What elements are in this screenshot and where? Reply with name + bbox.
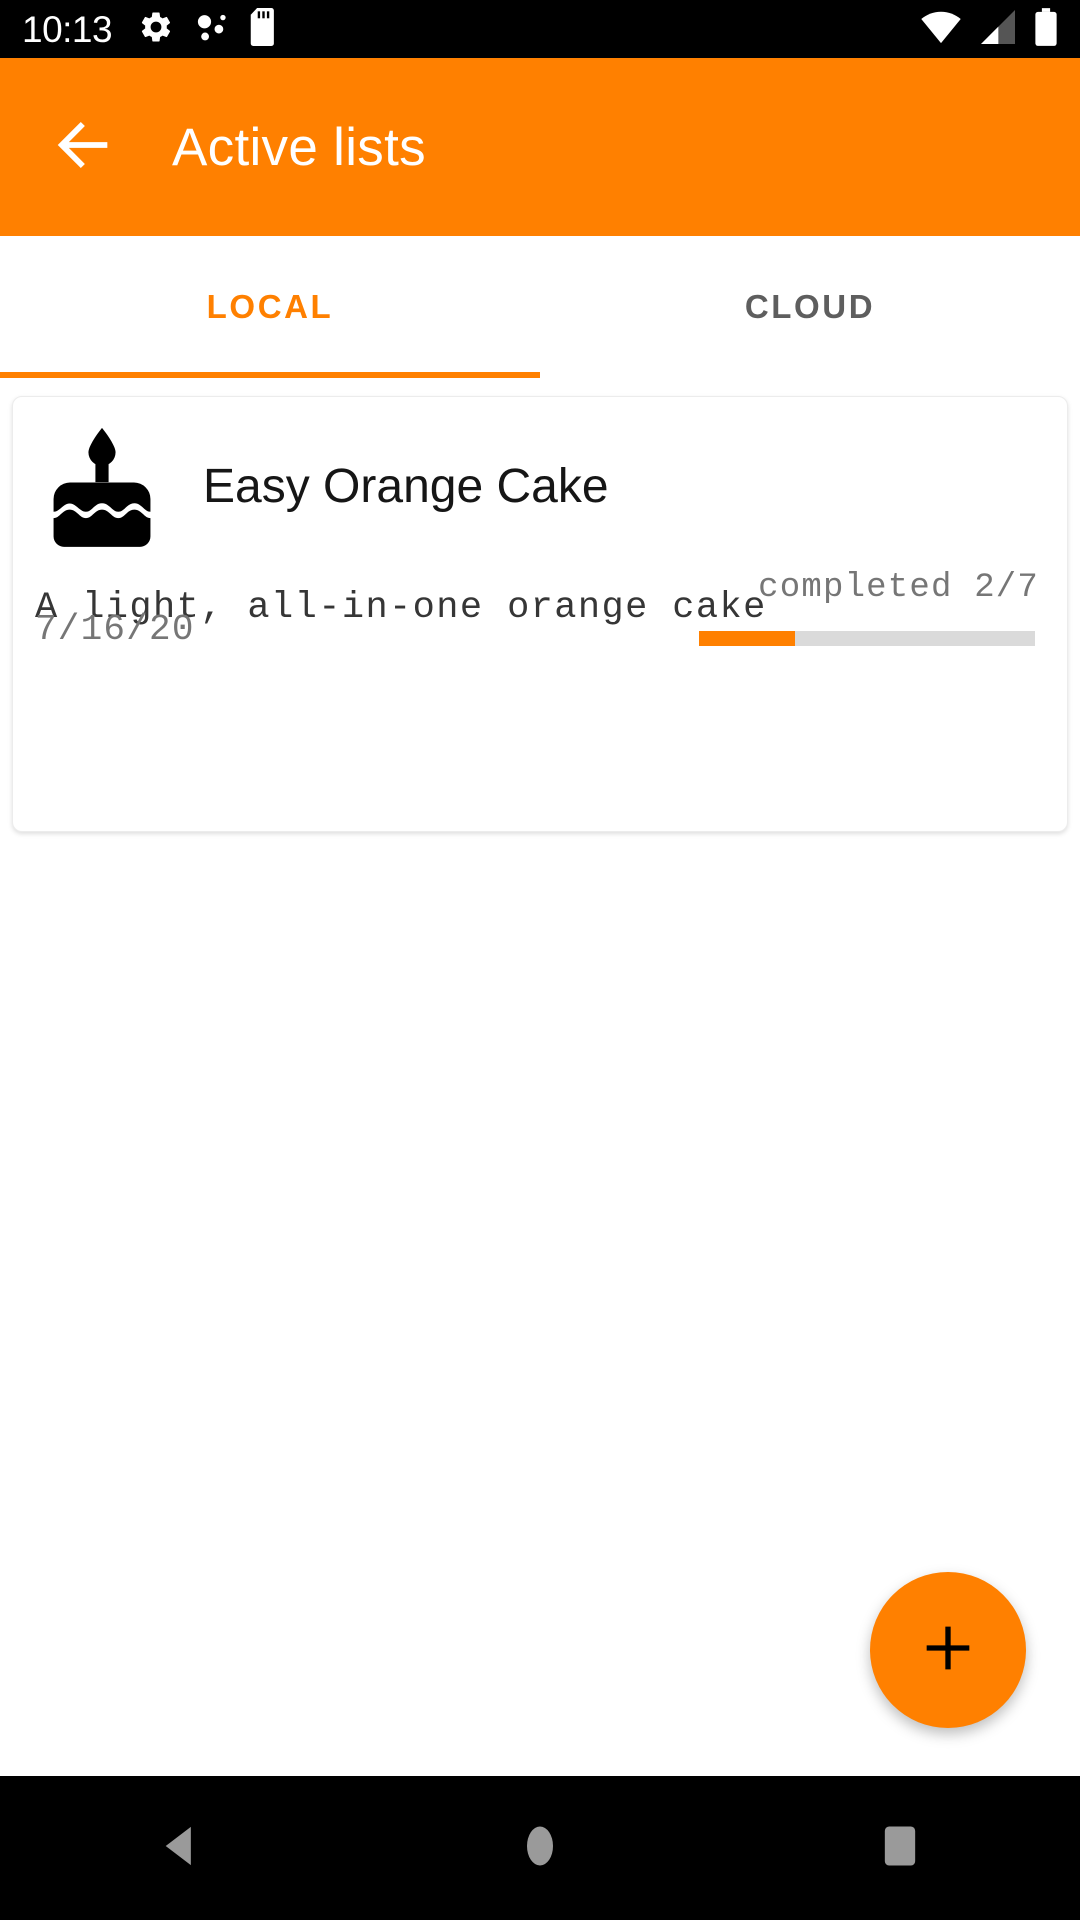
recents-square-icon bbox=[876, 1820, 924, 1877]
tab-bar: LOCAL CLOUD bbox=[0, 236, 1080, 378]
home-circle-icon bbox=[514, 1820, 566, 1877]
status-clock: 10:13 bbox=[22, 8, 113, 50]
card-header: Easy Orange Cake bbox=[13, 411, 1067, 561]
add-list-fab[interactable] bbox=[870, 1572, 1026, 1728]
status-right-icon-group bbox=[920, 7, 1058, 51]
gear-icon bbox=[138, 9, 174, 50]
tab-local[interactable]: LOCAL bbox=[0, 236, 540, 378]
wifi-icon bbox=[920, 10, 962, 49]
android-nav-bar bbox=[0, 1776, 1080, 1920]
progress-bar bbox=[699, 631, 1035, 646]
nav-recents-button[interactable] bbox=[810, 1776, 990, 1920]
list-title: Easy Orange Cake bbox=[203, 459, 609, 513]
sd-card-icon bbox=[250, 7, 280, 51]
battery-icon bbox=[1034, 7, 1058, 51]
bluetooth-dots-icon bbox=[194, 9, 230, 50]
tab-cloud[interactable]: CLOUD bbox=[540, 236, 1080, 378]
plus-icon bbox=[916, 1616, 980, 1685]
tab-indicator bbox=[0, 372, 540, 378]
phone-screen: 10:13 Active lists LOCAL CLOUD Easy Oran… bbox=[0, 0, 1080, 1920]
back-triangle-icon bbox=[154, 1820, 206, 1877]
progress-bar-fill bbox=[699, 631, 795, 646]
back-button[interactable] bbox=[36, 99, 132, 195]
list-item[interactable]: Easy Orange Cake A light, all-in-one ora… bbox=[12, 396, 1068, 832]
app-bar: Active lists bbox=[0, 58, 1080, 236]
nav-back-button[interactable] bbox=[90, 1776, 270, 1920]
progress-section: completed 2/7 bbox=[699, 569, 1039, 646]
progress-label: completed 2/7 bbox=[758, 569, 1039, 607]
status-bar: 10:13 bbox=[0, 0, 1080, 58]
back-arrow-icon bbox=[49, 110, 119, 185]
status-left-icon-group bbox=[138, 7, 280, 51]
birthday-cake-icon bbox=[47, 424, 157, 548]
cell-signal-icon bbox=[978, 9, 1018, 49]
nav-home-button[interactable] bbox=[450, 1776, 630, 1920]
page-title: Active lists bbox=[172, 117, 426, 177]
list-date: 7/16/20 bbox=[35, 609, 195, 650]
